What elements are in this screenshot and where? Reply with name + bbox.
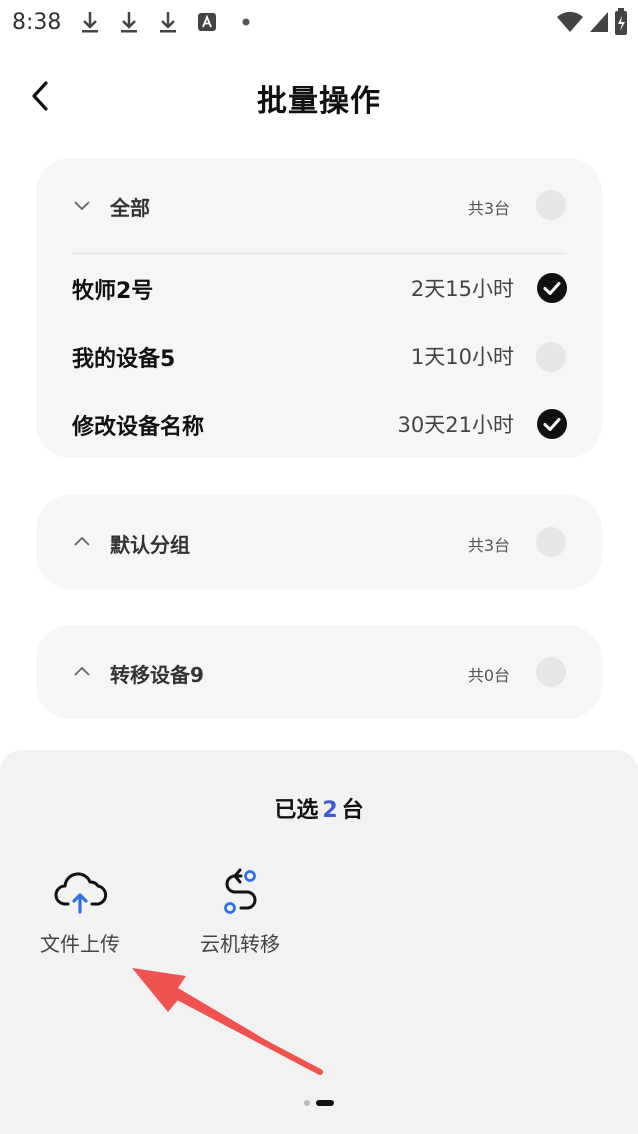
checked-icon[interactable] bbox=[536, 408, 568, 440]
status-bar: 8:38 bbox=[0, 0, 638, 44]
notification-dot-icon bbox=[235, 9, 257, 35]
page-indicator bbox=[0, 1100, 638, 1106]
nav-bar: 批量操作 bbox=[0, 64, 638, 128]
device-remaining-time: 1天10小时 bbox=[410, 345, 514, 369]
group-header[interactable]: 默认分组 共3台 bbox=[36, 495, 602, 589]
cloud-transfer-button[interactable]: 云机转移 bbox=[180, 868, 300, 958]
unchecked-radio[interactable] bbox=[536, 342, 566, 372]
selected-count: 2 bbox=[322, 798, 338, 823]
group-card-transfer: 转移设备9 共0台 bbox=[36, 625, 602, 719]
selected-prefix: 已选 bbox=[274, 798, 319, 823]
signal-icon bbox=[588, 10, 610, 40]
group-count: 共3台 bbox=[467, 199, 510, 218]
page-dot bbox=[304, 1100, 310, 1106]
device-row[interactable]: 我的设备5 1天10小时 bbox=[36, 323, 602, 391]
file-upload-button[interactable]: 文件上传 bbox=[20, 868, 140, 958]
cloud-upload-icon bbox=[54, 872, 108, 914]
download-icon bbox=[157, 9, 179, 35]
group-count: 共3台 bbox=[467, 536, 510, 555]
device-name: 修改设备名称 bbox=[72, 415, 205, 440]
device-name: 牧师2号 bbox=[72, 279, 154, 304]
status-indicators bbox=[556, 8, 628, 42]
status-time: 8:38 bbox=[12, 9, 62, 35]
device-remaining-time: 30天21小时 bbox=[397, 413, 514, 437]
download-icon bbox=[118, 9, 140, 35]
bottom-action-sheet: 已选 2 台 文件上传 云机转移 bbox=[0, 750, 638, 1134]
group-count: 共0台 bbox=[467, 666, 510, 685]
divider bbox=[72, 253, 566, 254]
group-header[interactable]: 全部 共3台 bbox=[36, 158, 602, 252]
group-header[interactable]: 转移设备9 共0台 bbox=[36, 625, 602, 719]
device-name: 我的设备5 bbox=[72, 347, 176, 372]
chevron-up-icon bbox=[74, 666, 90, 676]
group-name: 转移设备9 bbox=[110, 663, 204, 687]
action-label: 云机转移 bbox=[200, 932, 280, 956]
group-card-all: 全部 共3台 牧师2号 2天15小时 我的设备5 1天10小时 修改设备名称 3… bbox=[36, 158, 602, 458]
device-remaining-time: 2天15小时 bbox=[410, 277, 514, 301]
wifi-icon bbox=[556, 10, 584, 40]
battery-icon bbox=[614, 8, 628, 42]
route-transfer-icon bbox=[224, 868, 257, 914]
device-row[interactable]: 修改设备名称 30天21小时 bbox=[36, 391, 602, 459]
chevron-down-icon bbox=[74, 201, 90, 211]
group-name: 全部 bbox=[110, 196, 150, 220]
page-title: 批量操作 bbox=[257, 84, 381, 119]
selected-suffix: 台 bbox=[341, 798, 364, 823]
checked-icon[interactable] bbox=[536, 272, 568, 304]
group-name: 默认分组 bbox=[110, 533, 190, 557]
text-app-icon bbox=[196, 9, 218, 35]
group-select-radio[interactable] bbox=[536, 657, 566, 687]
selected-summary: 已选 2 台 bbox=[0, 792, 638, 824]
group-select-radio[interactable] bbox=[536, 190, 566, 220]
chevron-up-icon bbox=[74, 536, 90, 546]
action-label: 文件上传 bbox=[40, 932, 120, 956]
download-icon bbox=[79, 9, 101, 35]
page-dot-active bbox=[316, 1100, 334, 1106]
device-row[interactable]: 牧师2号 2天15小时 bbox=[36, 255, 602, 323]
group-select-radio[interactable] bbox=[536, 527, 566, 557]
group-card-default: 默认分组 共3台 bbox=[36, 495, 602, 589]
